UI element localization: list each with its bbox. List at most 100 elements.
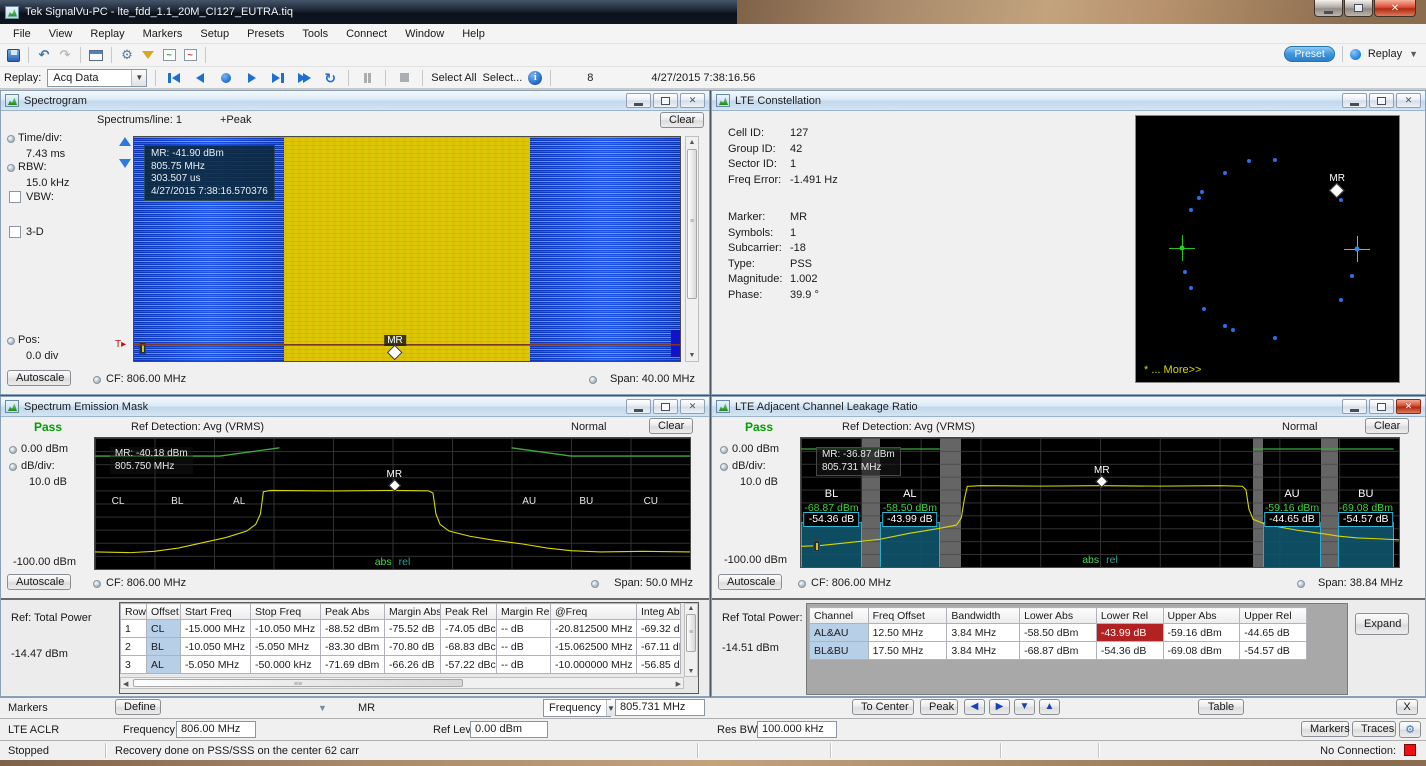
res-bw-input[interactable]: 100.000 kHz xyxy=(757,721,837,738)
abs-toggle[interactable]: abs xyxy=(1082,554,1099,566)
expand-button[interactable]: Expand xyxy=(1355,613,1409,635)
autoscale-button[interactable]: Autoscale xyxy=(7,574,71,590)
rbw-value[interactable]: 15.0 kHz xyxy=(26,177,69,189)
span-knob-icon[interactable] xyxy=(589,376,597,384)
rbw-knob-icon[interactable] xyxy=(7,164,15,172)
db-div-value[interactable]: 10.0 dB xyxy=(740,476,778,488)
markers-button[interactable]: Markers xyxy=(1301,721,1349,737)
replay-ffwd-button[interactable] xyxy=(294,69,314,87)
cf-readout[interactable]: CF: 806.00 MHz xyxy=(106,577,186,589)
panel-close-button[interactable]: ✕ xyxy=(680,399,705,414)
replay-play-button[interactable] xyxy=(242,69,262,87)
time-div-value[interactable]: 7.43 ms xyxy=(26,148,65,160)
ref-level-knob-icon[interactable] xyxy=(720,446,728,454)
mr-marker[interactable]: MR xyxy=(1094,465,1110,486)
pos-value[interactable]: 0.0 div xyxy=(26,350,58,362)
traces-button[interactable]: Traces xyxy=(1352,721,1396,737)
chevron-down-icon[interactable]: ▼ xyxy=(131,70,146,86)
table-hscrollbar[interactable]: ◀ ≡≡ ▶ xyxy=(120,677,684,689)
db-div-knob-icon[interactable] xyxy=(9,463,17,471)
chevron-down-icon[interactable]: ▼ xyxy=(318,703,327,713)
window-close-button[interactable]: ✕ xyxy=(1374,0,1416,17)
table-button[interactable]: Table xyxy=(1198,699,1244,715)
table-row[interactable]: 2BL-10.050 MHz-5.050 MHz-83.30 dBm-70.80… xyxy=(121,638,681,656)
settings-gear-icon[interactable]: ⚙ xyxy=(119,47,135,63)
rel-toggle[interactable]: rel xyxy=(1106,554,1118,566)
db-div-value[interactable]: 10.0 dB xyxy=(29,476,67,488)
mr-marker[interactable]: MR xyxy=(1329,173,1345,196)
replay-stop-button[interactable] xyxy=(394,69,414,87)
amplitude-icon[interactable] xyxy=(140,47,156,63)
table-row[interactable]: AL&AU12.50 MHz3.84 MHz-58.50 dBm-43.99 d… xyxy=(810,624,1307,642)
vbw-checkbox[interactable] xyxy=(9,191,21,203)
clear-button[interactable]: Clear xyxy=(649,418,693,434)
ref-level[interactable]: 0.00 dBm xyxy=(21,443,68,455)
menu-item-presets[interactable]: Presets xyxy=(238,26,293,42)
detection-mode[interactable]: +Peak xyxy=(220,114,252,126)
more-link[interactable]: * ... More>> xyxy=(1144,364,1201,376)
settings-gear-button[interactable]: ⚙ xyxy=(1399,721,1421,738)
save-icon[interactable] xyxy=(5,47,21,63)
window-maximize-button[interactable] xyxy=(1344,0,1373,17)
table-vscrollbar[interactable]: ▲ ≡ ▼ xyxy=(684,603,698,677)
info-icon[interactable]: i xyxy=(528,71,542,85)
menu-item-connect[interactable]: Connect xyxy=(337,26,396,42)
displays-icon[interactable] xyxy=(88,47,104,63)
mr-marker[interactable]: MR xyxy=(387,469,403,490)
sem-plot[interactable]: MR: -40.18 dBm 805.750 MHz MR absrel CLB… xyxy=(94,437,691,570)
panel-minimize-button[interactable] xyxy=(1342,399,1367,414)
ref-level[interactable]: 0.00 dBm xyxy=(732,443,779,455)
ref-level-knob-icon[interactable] xyxy=(9,446,17,454)
panel-minimize-button[interactable] xyxy=(626,93,651,108)
mode-label[interactable]: Normal xyxy=(1282,421,1317,433)
marker-frequency-input[interactable]: 805.731 MHz xyxy=(615,699,705,716)
to-center-button[interactable]: To Center xyxy=(852,699,914,715)
time-div-knob-icon[interactable] xyxy=(7,135,15,143)
peak-lower-button[interactable]: ▼ xyxy=(1014,699,1035,715)
table-row[interactable]: 1CL-15.000 MHz-10.050 MHz-88.52 dBm-75.5… xyxy=(121,620,681,638)
peak-button[interactable]: Peak xyxy=(920,699,958,715)
spectrums-per-line[interactable]: Spectrums/line: 1 xyxy=(97,114,182,126)
frequency-input[interactable]: 806.00 MHz xyxy=(176,721,256,738)
undo-icon[interactable]: ↶ xyxy=(36,47,52,63)
rel-toggle[interactable]: rel xyxy=(399,556,411,568)
window-minimize-button[interactable] xyxy=(1314,0,1343,17)
panel-close-button[interactable]: ✕ xyxy=(1396,399,1421,414)
span-readout[interactable]: Span: 40.00 MHz xyxy=(610,373,695,385)
ref-lev-input[interactable]: 0.00 dBm xyxy=(470,721,548,738)
preset-button[interactable]: Preset xyxy=(1284,46,1334,62)
chevron-down-icon[interactable]: ▼ xyxy=(606,700,615,716)
replay-source-combo[interactable]: Acq Data ▼ xyxy=(47,69,147,87)
replay-next-button[interactable] xyxy=(268,69,288,87)
panel-restore-button[interactable] xyxy=(653,399,678,414)
mode-label[interactable]: Normal xyxy=(571,421,606,433)
mr-marker[interactable]: MR xyxy=(384,335,406,358)
scroll-down-arrow-icon[interactable] xyxy=(119,159,131,168)
menu-item-window[interactable]: Window xyxy=(396,26,453,42)
menu-item-setup[interactable]: Setup xyxy=(191,26,238,42)
cf-knob-icon[interactable] xyxy=(798,580,806,588)
table-row[interactable]: 3AL-5.050 MHz-50.000 kHz-71.69 dBm-66.26… xyxy=(121,656,681,674)
constellation-plot[interactable]: MR * ... More>> xyxy=(1135,115,1400,383)
menu-item-help[interactable]: Help xyxy=(453,26,494,42)
panel-restore-button[interactable] xyxy=(1369,93,1394,108)
analysis-icon[interactable]: ~ xyxy=(182,47,198,63)
menu-item-replay[interactable]: Replay xyxy=(81,26,133,42)
panel-close-button[interactable]: ✕ xyxy=(1396,93,1421,108)
panel-restore-button[interactable] xyxy=(1369,399,1394,414)
sem-titlebar[interactable]: Spectrum Emission Mask ✕ xyxy=(1,397,709,417)
spectrogram-plot[interactable]: MR: -41.90 dBm 805.75 MHz 303.507 us 4/2… xyxy=(133,136,681,362)
aclr-titlebar[interactable]: LTE Adjacent Channel Leakage Ratio ✕ xyxy=(712,397,1425,417)
cf-readout[interactable]: CF: 806.00 MHz xyxy=(811,577,891,589)
markers-close-button[interactable]: X xyxy=(1396,699,1418,715)
cf-knob-icon[interactable] xyxy=(93,580,101,588)
replay-loop-button[interactable]: ↻ xyxy=(320,69,340,87)
db-div-knob-icon[interactable] xyxy=(720,463,728,471)
define-button[interactable]: Define xyxy=(115,699,161,715)
cf-readout[interactable]: CF: 806.00 MHz xyxy=(106,373,186,385)
autoscale-button[interactable]: Autoscale xyxy=(7,370,71,386)
marker-mode-combo[interactable]: Frequency ▼ xyxy=(543,699,611,717)
menu-item-tools[interactable]: Tools xyxy=(293,26,337,42)
panel-close-button[interactable]: ✕ xyxy=(680,93,705,108)
autoscale-button[interactable]: Autoscale xyxy=(718,574,782,590)
